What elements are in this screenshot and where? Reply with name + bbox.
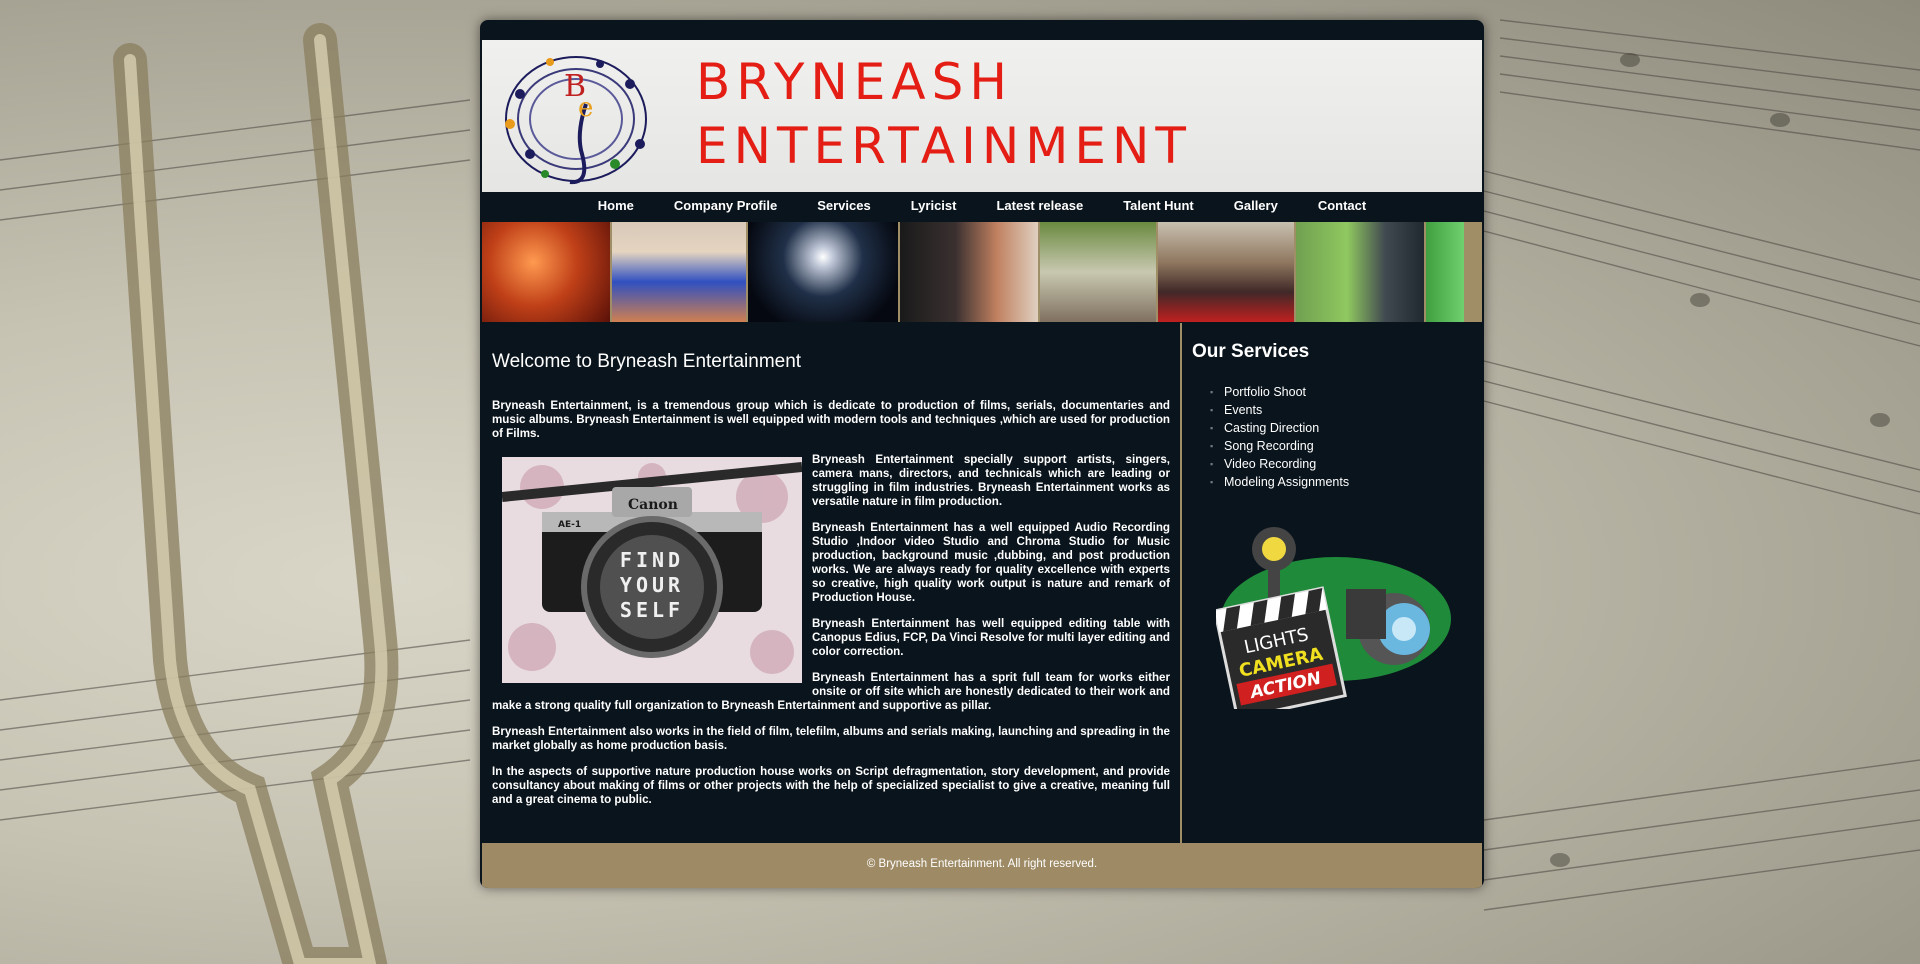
main-content: Welcome to Bryneash Entertainment Brynea… [482,323,1182,843]
photo-green-screen [1426,222,1464,322]
brand-line-1: BRYNEASH [696,53,1013,111]
service-item: Casting Direction [1210,419,1349,437]
site-container: B e BRYNEASH ENTERTAINMENT Home Company P… [480,20,1484,888]
sidebar: Our Services Portfolio Shoot Events Cast… [1182,323,1482,843]
service-item: Events [1210,401,1349,419]
camera-text-line-1: FIND [620,548,684,572]
photo-concert-stage [748,222,898,322]
camera-text-line-3: SELF [620,598,684,622]
logo-e-text: e [578,93,593,123]
about-paragraph: In the aspects of supportive nature prod… [492,765,1170,806]
welcome-heading: Welcome to Bryneash Entertainment [492,351,802,372]
camera-text-line-2: YOUR [620,573,684,597]
services-heading: Our Services [1192,341,1310,362]
photo-outdoor-crew [1040,222,1156,322]
main-nav: Home Company Profile Services Lyricist Lates… [482,192,1482,221]
service-item: Modeling Assignments [1210,473,1349,491]
tuning-fork-icon [113,23,399,964]
service-item: Video Recording [1210,455,1349,473]
camera-brand-text: Canon [628,497,678,513]
nav-company-profile[interactable]: Company Profile [654,192,797,220]
camera-icon: Canon AE-1 FIND YOUR SELF [502,457,802,683]
footer: © Bryneash Entertainment. All right rese… [482,843,1482,888]
lights-camera-action-icon: LIGHTS CAMERA ACTION [1216,527,1451,709]
photo-dancers [482,222,610,322]
service-item: Portfolio Shoot [1210,383,1349,401]
photo-forest-shoot [1158,222,1294,322]
camera-model-text: AE-1 [558,520,581,530]
services-list: Portfolio Shoot Events Casting Direction… [1210,383,1349,491]
nav-talent-hunt[interactable]: Talent Hunt [1103,192,1214,220]
photo-chroma-studio [1296,222,1424,322]
nav-lyricist[interactable]: Lyricist [891,192,977,220]
about-text: Bryneash Entertainment, is a tremendous … [492,399,1170,819]
nav-gallery[interactable]: Gallery [1214,192,1298,220]
brand-line-2: ENTERTAINMENT [696,117,1192,175]
nav-contact[interactable]: Contact [1298,192,1386,220]
nav-services[interactable]: Services [797,192,891,220]
brand-title: BRYNEASH ENTERTAINMENT [696,50,1192,178]
photo-cowboy-man [612,222,746,322]
camera-image: Canon AE-1 FIND YOUR SELF [502,457,802,683]
about-paragraph: Bryneash Entertainment also works in the… [492,725,1170,752]
service-item: Song Recording [1210,437,1349,455]
nav-latest-release[interactable]: Latest release [976,192,1103,220]
photo-strip [482,222,1482,322]
about-paragraph: Bryneash Entertainment, is a tremendous … [492,399,1170,440]
header: B e BRYNEASH ENTERTAINMENT [482,40,1482,210]
photo-studio-man [900,222,1038,322]
music-logo-icon: B e [505,56,647,185]
nav-home[interactable]: Home [578,192,654,220]
